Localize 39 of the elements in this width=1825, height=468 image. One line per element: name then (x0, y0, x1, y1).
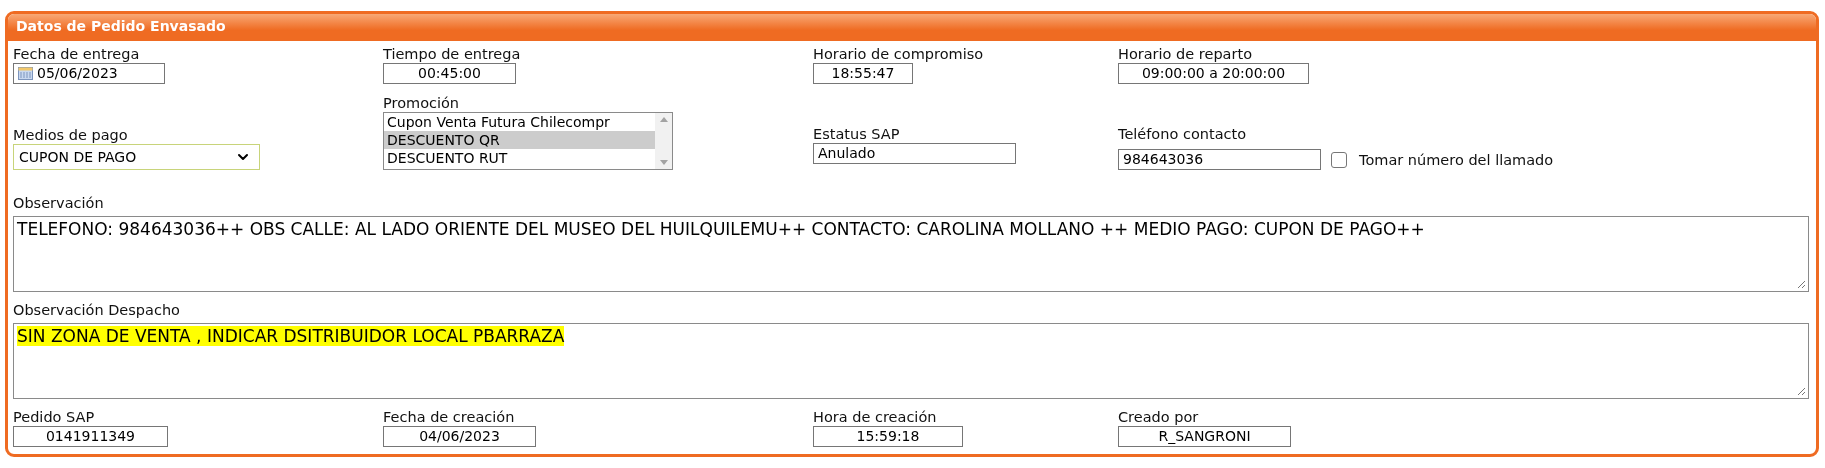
panel-title: Datos de Pedido Envasado (8, 14, 1816, 41)
scroll-up-arrow-icon[interactable] (659, 117, 668, 122)
text-field[interactable]: 09:00:00 a 20:00:00 (1118, 63, 1309, 84)
resize-grip-icon[interactable] (1796, 386, 1806, 396)
field-label: Tiempo de entrega (383, 45, 522, 63)
list-option[interactable]: DESCUENTO QR (384, 131, 655, 149)
field-label: Teléfono contacto (1118, 125, 1248, 143)
field-label: Observación (13, 194, 105, 212)
field-label: Creado por (1118, 408, 1200, 426)
text-field[interactable]: Anulado (813, 143, 1016, 164)
list-option[interactable]: Cupon Venta Futura Chilecompr (384, 113, 655, 131)
scroll-down-arrow-icon[interactable] (659, 160, 668, 165)
field-label: Horario de compromiso (813, 45, 985, 63)
text-field[interactable]: 05/06/2023 (13, 63, 165, 84)
field-label: Pedido SAP (13, 408, 96, 426)
field-label: Horario de reparto (1118, 45, 1253, 63)
checkbox-label: Tomar número del llamado (1359, 150, 1554, 169)
text-field[interactable]: 0141911349 (13, 426, 168, 447)
text-area[interactable]: TELEFONO: 984643036++ OBS CALLE: AL LADO ORIENTE DEL MUSEO DEL HUILQUILEMU++ CONTACTO: CAROLINA MOLLANO ++ MEDIO PAGO: CUPON DE PAGO++ (13, 216, 1809, 292)
text-field[interactable]: 04/06/2023 (383, 426, 536, 447)
payment-select[interactable]: CUPON DE PAGO (13, 144, 260, 170)
field-label: Promoción (383, 94, 461, 112)
resize-grip-icon[interactable] (1796, 279, 1806, 289)
field-label: Fecha de entrega (13, 45, 141, 63)
phone-field[interactable]: 984643036 (1118, 149, 1321, 170)
scrollbar[interactable] (655, 113, 672, 169)
calendar-icon[interactable] (18, 67, 33, 80)
checkbox[interactable] (1331, 151, 1347, 168)
text-field[interactable]: 00:45:00 (383, 63, 516, 84)
field-label: Fecha de creación (383, 408, 516, 426)
field-label: Hora de creación (813, 408, 938, 426)
text-field[interactable]: R_SANGRONI (1118, 426, 1291, 447)
list-option[interactable]: DESCUENTO RUT (384, 149, 655, 167)
field-label: Medios de pago (13, 126, 129, 144)
field-label: Estatus SAP (813, 125, 901, 143)
text-field[interactable]: 18:55:47 (813, 63, 913, 84)
text-field[interactable]: 15:59:18 (813, 426, 963, 447)
text-area[interactable]: SIN ZONA DE VENTA , INDICAR DSITRIBUIDOR LOCAL PBARRAZA (13, 323, 1809, 399)
field-label: Observación Despacho (13, 301, 181, 319)
